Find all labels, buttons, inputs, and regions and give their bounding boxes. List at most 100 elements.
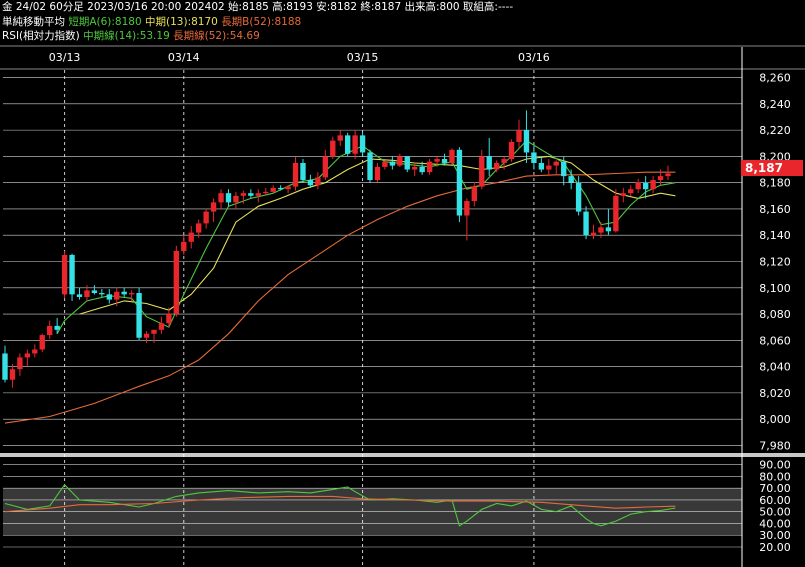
price-tick-label: 8,220 <box>759 124 791 137</box>
candle-body <box>389 161 396 166</box>
rsi-tick-label: 20.00 <box>759 541 791 554</box>
candle-body <box>590 232 597 236</box>
candle-body <box>128 293 135 295</box>
candle-body <box>382 161 388 167</box>
candle-body <box>136 293 142 338</box>
candle-body <box>635 182 641 190</box>
candle <box>553 160 559 175</box>
candle-body <box>538 162 545 170</box>
candle-body <box>650 180 656 190</box>
candle <box>32 344 38 358</box>
candle-body <box>2 353 8 380</box>
candle-body <box>642 182 649 190</box>
candle-body <box>583 211 589 236</box>
candle-body <box>419 166 425 173</box>
candle-body <box>285 186 291 190</box>
candle <box>486 138 492 177</box>
candle-body <box>263 191 269 194</box>
candle <box>277 185 284 191</box>
candle-body <box>568 176 574 183</box>
candle <box>255 189 261 203</box>
candle <box>121 287 127 297</box>
candle <box>426 159 433 175</box>
rsi-tick-label: 80.00 <box>759 470 791 483</box>
date-label: 03/16 <box>518 51 550 64</box>
candle <box>650 176 656 194</box>
candle-body <box>441 159 448 163</box>
candle-body <box>374 166 381 181</box>
price-tick-label: 7,980 <box>759 439 791 452</box>
candle <box>128 290 135 301</box>
candle <box>39 333 45 353</box>
candle <box>635 178 641 194</box>
candle <box>397 153 403 167</box>
price-tick-label: 8,080 <box>759 308 791 321</box>
candle-body <box>210 202 217 212</box>
candle-body <box>24 353 31 358</box>
candle-body <box>17 357 23 370</box>
price-tick-label: 8,060 <box>759 334 791 347</box>
candle-body <box>270 187 276 192</box>
candle-body <box>91 290 98 294</box>
rsi-tick-label: 70.00 <box>759 482 791 495</box>
rsi-tick-label: 30.00 <box>759 529 791 542</box>
price-chart[interactable]: 7,980 8,000 8,020 8,040 8,060 8,080 8,100 8,120… <box>0 0 805 567</box>
candle-body <box>493 162 500 170</box>
candle-body <box>9 369 16 380</box>
candle-body <box>479 156 485 187</box>
candle <box>99 289 105 297</box>
candle <box>523 110 530 163</box>
candle-body <box>605 227 612 232</box>
candle <box>352 130 358 160</box>
candle-body <box>553 161 559 166</box>
candle-body <box>114 291 120 300</box>
rsi-tick-label: 50.00 <box>759 506 791 519</box>
candle-body <box>99 293 105 295</box>
candle <box>17 353 23 376</box>
candle-body <box>166 314 172 324</box>
candle-body <box>508 141 515 160</box>
candle <box>9 363 16 388</box>
candle-body <box>613 195 619 232</box>
candle <box>203 208 209 229</box>
candle-body <box>464 201 470 216</box>
candle-body <box>523 130 530 153</box>
candle <box>76 287 83 300</box>
candle <box>143 331 150 343</box>
price-tick-label: 8,040 <box>759 361 791 374</box>
candle <box>61 250 68 299</box>
candle <box>546 159 552 177</box>
candle <box>642 176 649 199</box>
candle <box>218 189 224 209</box>
price-tick-label: 8,180 <box>759 177 791 190</box>
candle-body <box>471 186 477 202</box>
candle-body <box>173 250 180 315</box>
candle-body <box>575 182 582 212</box>
candle <box>456 147 463 223</box>
candle-body <box>218 193 224 203</box>
candle-body <box>657 176 664 181</box>
candle-body <box>233 195 239 203</box>
price-tick-label: 8,140 <box>759 229 791 242</box>
candle <box>568 169 574 190</box>
candle-body <box>121 291 127 295</box>
candle-body <box>598 227 604 233</box>
candle <box>2 345 8 383</box>
candle <box>315 172 321 190</box>
candle-body <box>449 149 455 163</box>
candle-body <box>426 161 433 173</box>
date-label: 03/15 <box>347 51 379 64</box>
candle-body <box>196 223 202 233</box>
candle-body <box>344 135 351 154</box>
candle-body <box>69 254 75 295</box>
candle <box>248 189 254 199</box>
price-tick-label: 8,000 <box>759 413 791 426</box>
candle-body <box>330 140 336 157</box>
candle-body <box>106 294 112 300</box>
candle <box>173 245 180 317</box>
candle <box>91 285 98 295</box>
candle-body <box>84 290 90 297</box>
candle-body <box>501 159 507 163</box>
candle <box>516 119 522 149</box>
candle-body <box>151 329 157 334</box>
